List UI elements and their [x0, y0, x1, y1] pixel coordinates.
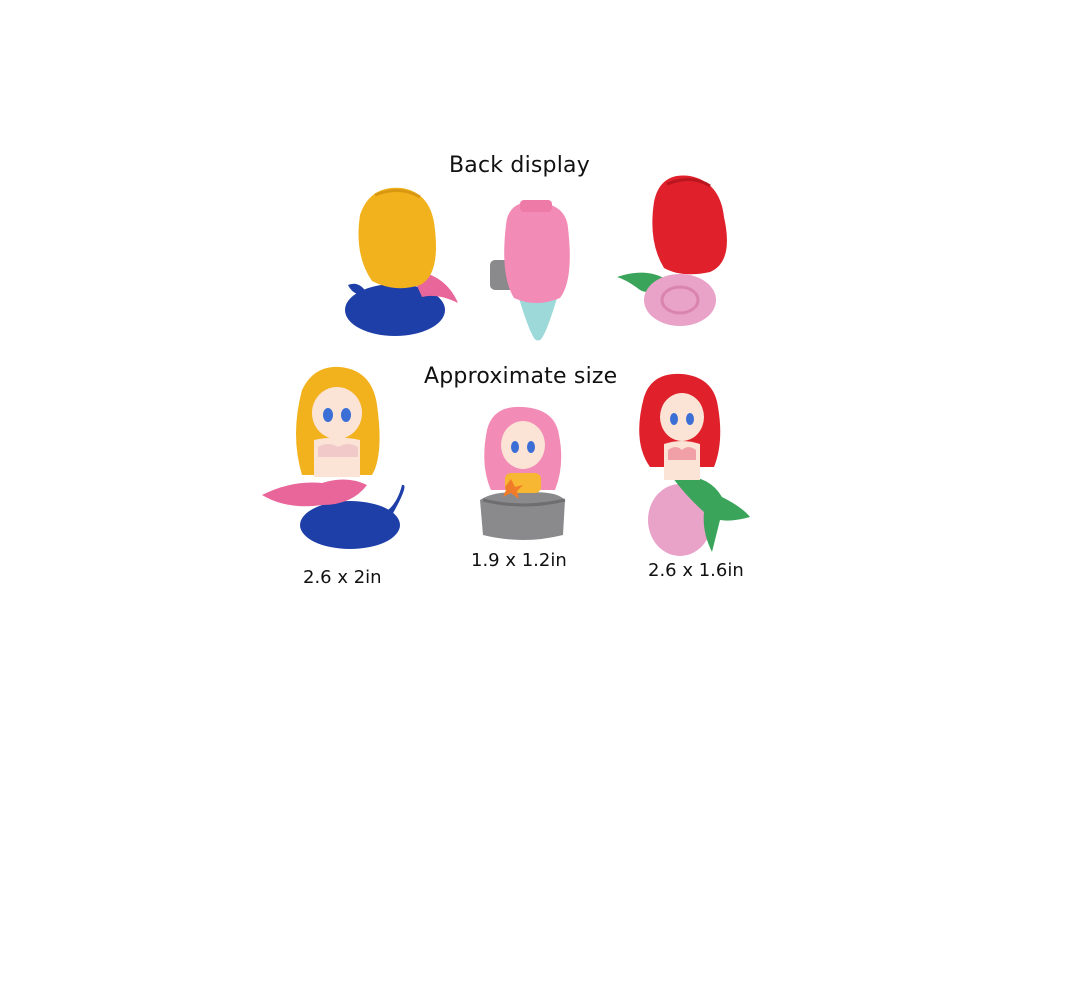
- figure-yellow-back: [345, 187, 458, 336]
- size-label-pink: 1.9 x 1.2in: [471, 550, 567, 571]
- size-label-red: 2.6 x 1.6in: [648, 560, 744, 581]
- figure-yellow-front: [262, 366, 405, 549]
- heading-back-display: Back display: [449, 153, 590, 178]
- heading-approximate-size: Approximate size: [424, 364, 618, 389]
- figure-pink-back: [490, 200, 570, 341]
- figure-red-front: [639, 373, 750, 556]
- figure-red-back: [617, 175, 727, 326]
- figure-pink-front: [480, 406, 566, 540]
- size-label-yellow: 2.6 x 2in: [303, 567, 382, 588]
